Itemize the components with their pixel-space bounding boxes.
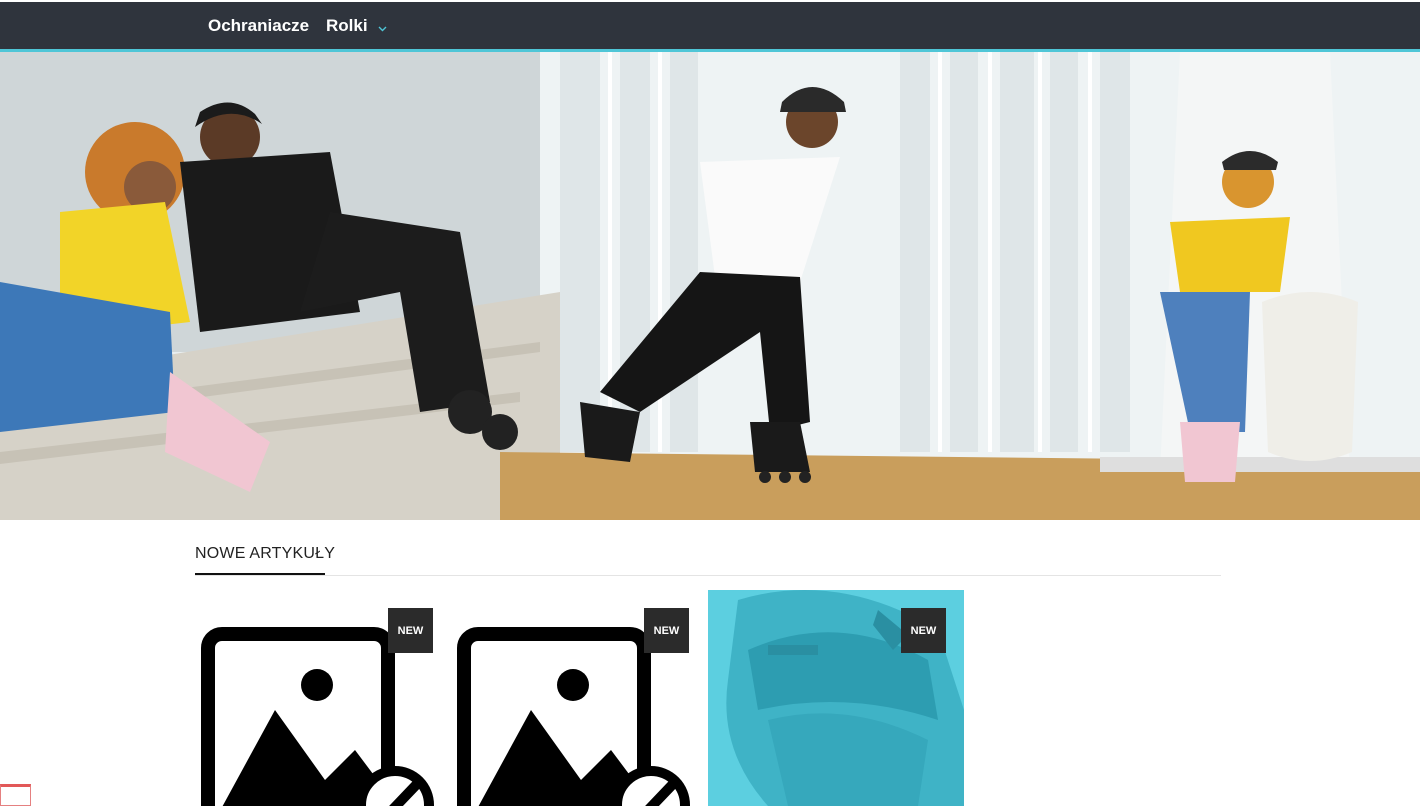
- product-card[interactable]: NEW: [451, 590, 707, 806]
- section-title: NOWE ARTYKUŁY: [195, 545, 336, 562]
- hero-banner-image[interactable]: [0, 52, 1420, 520]
- nav-item-label: Rolki: [326, 16, 368, 35]
- new-badge: NEW: [901, 608, 946, 653]
- nav-item-rolki[interactable]: Rolki: [326, 16, 387, 37]
- chevron-down-icon: [378, 17, 387, 37]
- product-card[interactable]: NEW: [195, 590, 451, 806]
- top-navigation: Ochraniacze Rolki: [0, 0, 1420, 52]
- nav-item-ochraniacze[interactable]: Ochraniacze: [208, 16, 309, 36]
- new-badge: NEW: [388, 608, 433, 653]
- product-card[interactable]: NEW: [708, 590, 964, 806]
- section-divider: [195, 575, 1221, 576]
- debug-toolbar-toggle[interactable]: [0, 784, 31, 806]
- new-badge: NEW: [644, 608, 689, 653]
- nav-item-label: Ochraniacze: [208, 16, 310, 35]
